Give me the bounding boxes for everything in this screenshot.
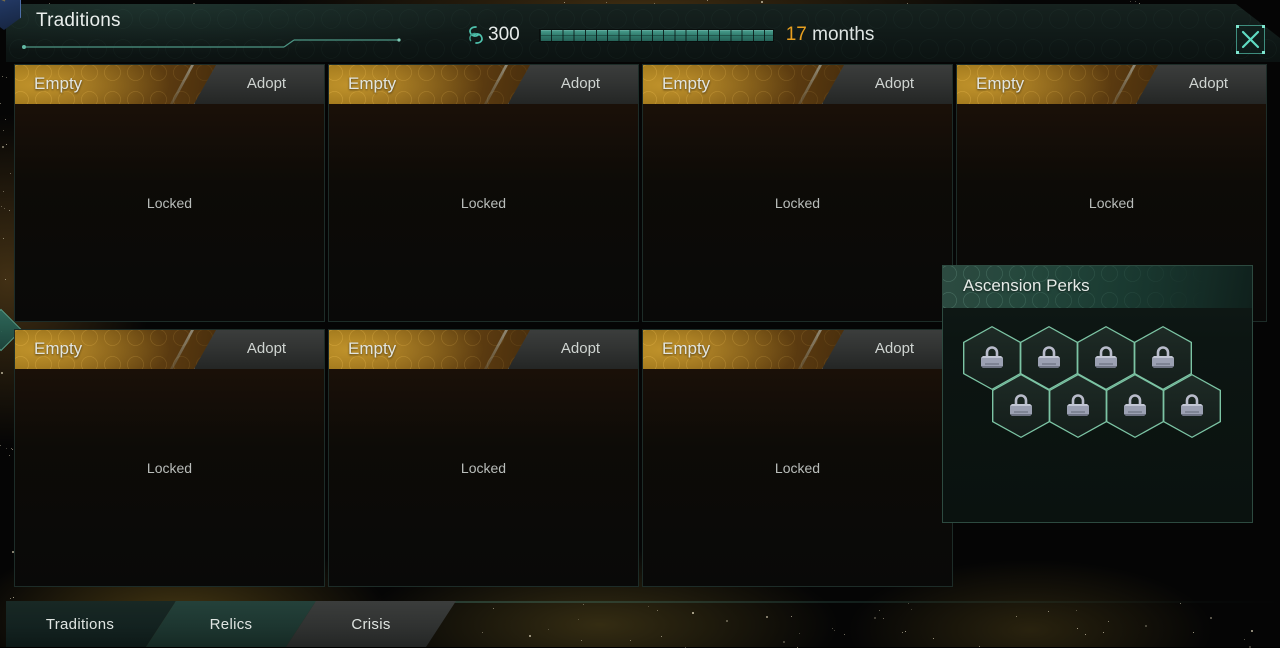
close-button[interactable] xyxy=(1236,25,1265,54)
adopt-button-label: Adopt xyxy=(823,75,952,92)
adopt-button[interactable]: Adopt xyxy=(822,65,952,104)
tradition-card-title: Empty xyxy=(976,74,1024,94)
tradition-card-title: Empty xyxy=(348,74,396,94)
tab-label: Crisis xyxy=(286,616,456,633)
padlock-icon xyxy=(1178,391,1206,421)
close-corner-dot xyxy=(1262,25,1265,28)
tradition-card-status: Locked xyxy=(329,460,638,476)
adopt-button[interactable]: Adopt xyxy=(194,330,324,369)
adopt-button[interactable]: Adopt xyxy=(508,330,638,369)
ascension-perk-slot[interactable] xyxy=(1163,374,1221,438)
unity-icon xyxy=(466,24,486,46)
adopt-button-label: Adopt xyxy=(195,75,324,92)
eta-label: 17 months xyxy=(786,24,875,46)
progress-segment-ticks xyxy=(540,30,773,41)
tradition-card[interactable]: Adopt Empty Locked xyxy=(328,329,639,587)
unity-progress-group: 300 17 months xyxy=(466,20,874,50)
close-corner-dot xyxy=(1236,25,1239,28)
adopt-button-label: Adopt xyxy=(509,340,638,357)
adoption-progress-bar xyxy=(539,29,774,42)
close-x-icon xyxy=(1237,26,1264,53)
adopt-button[interactable]: Adopt xyxy=(822,330,952,369)
eta-unit: months xyxy=(812,24,874,45)
page-title: Traditions xyxy=(36,10,121,32)
padlock-icon xyxy=(1121,391,1149,421)
tradition-card-status: Locked xyxy=(643,195,952,211)
padlock-icon xyxy=(1007,391,1035,421)
bottom-tabbar: Traditions Relics Crisis xyxy=(6,601,1280,647)
tradition-card-title: Empty xyxy=(34,339,82,359)
padlock-icon xyxy=(1092,343,1120,373)
close-corner-dot xyxy=(1262,51,1265,54)
tradition-card-status: Locked xyxy=(15,460,324,476)
tab-traditions[interactable]: Traditions xyxy=(6,601,176,647)
ascension-perk-hex-grid xyxy=(963,326,1243,456)
tradition-card[interactable]: Adopt Empty Locked xyxy=(14,329,325,587)
padlock-icon xyxy=(1149,343,1177,373)
tradition-card[interactable]: Adopt Empty Locked xyxy=(642,64,953,322)
tab-relics[interactable]: Relics xyxy=(146,601,316,647)
close-corner-dot xyxy=(1236,51,1239,54)
tradition-card[interactable]: Adopt Empty Locked xyxy=(328,64,639,322)
tradition-card-status: Locked xyxy=(329,195,638,211)
tab-crisis[interactable]: Crisis xyxy=(286,601,456,647)
tradition-card[interactable]: Adopt Empty Locked xyxy=(642,329,953,587)
padlock-icon xyxy=(1064,391,1092,421)
tradition-card-title: Empty xyxy=(348,339,396,359)
adopt-button-label: Adopt xyxy=(195,340,324,357)
adopt-button[interactable]: Adopt xyxy=(194,65,324,104)
eta-number: 17 xyxy=(786,24,807,45)
ascension-perk-slot[interactable] xyxy=(992,374,1050,438)
adopt-button-label: Adopt xyxy=(823,340,952,357)
tradition-card-title: Empty xyxy=(34,74,82,94)
adopt-button-label: Adopt xyxy=(509,75,638,92)
ascension-perk-slot[interactable] xyxy=(1049,374,1107,438)
tradition-card-status: Locked xyxy=(15,195,324,211)
ascension-perks-title: Ascension Perks xyxy=(963,276,1090,296)
tradition-card-title: Empty xyxy=(662,74,710,94)
tradition-card[interactable]: Adopt Empty Locked xyxy=(14,64,325,322)
tab-label: Relics xyxy=(146,616,316,633)
tradition-card-status: Locked xyxy=(957,195,1266,211)
adopt-button[interactable]: Adopt xyxy=(1136,65,1266,104)
ascension-perks-panel: Ascension Perks xyxy=(942,265,1253,523)
adopt-button-label: Adopt xyxy=(1137,75,1266,92)
traditions-window: Traditions 300 17 months xyxy=(0,0,1280,647)
unity-value: 300 xyxy=(488,24,520,46)
padlock-icon xyxy=(1035,343,1063,373)
tab-label: Traditions xyxy=(6,616,176,633)
tradition-card-status: Locked xyxy=(643,460,952,476)
tradition-card-title: Empty xyxy=(662,339,710,359)
padlock-icon xyxy=(978,343,1006,373)
ascension-perk-slot[interactable] xyxy=(1106,374,1164,438)
adopt-button[interactable]: Adopt xyxy=(508,65,638,104)
